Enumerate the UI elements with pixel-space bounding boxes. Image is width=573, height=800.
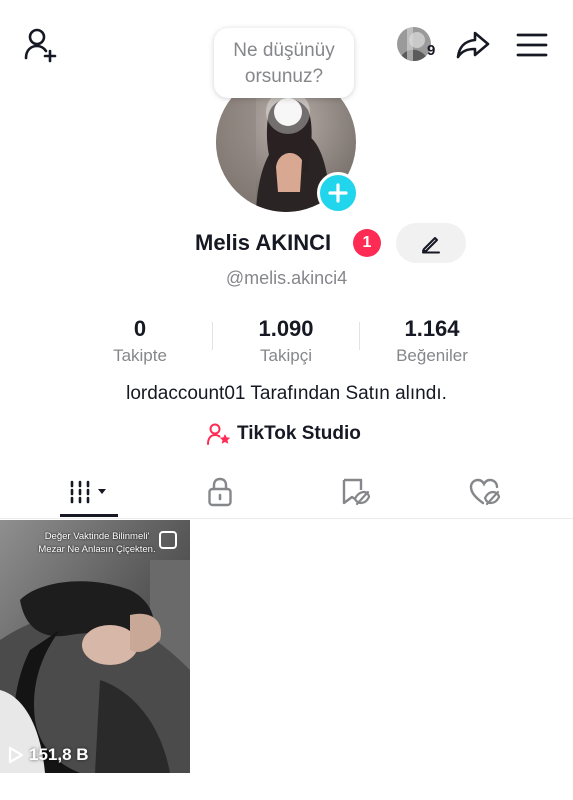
- tiktok-studio-link[interactable]: TikTok Studio: [206, 421, 361, 447]
- tab-private[interactable]: [148, 466, 291, 518]
- stat-followers[interactable]: 1.090 Takipçi: [216, 316, 356, 366]
- edit-profile-button[interactable]: [396, 223, 466, 263]
- view-count-text: 151,8 B: [29, 745, 89, 764]
- pencil-icon: [422, 237, 440, 254]
- stat-divider: [359, 322, 360, 350]
- tiktok-studio-label: TikTok Studio: [237, 423, 361, 444]
- menu-button[interactable]: [510, 26, 554, 64]
- add-friend-button[interactable]: [18, 24, 62, 64]
- plus-icon: [328, 183, 348, 203]
- lock-icon: [207, 477, 232, 507]
- tab-liked[interactable]: [413, 466, 556, 518]
- friends-avatar-button[interactable]: 9: [397, 27, 441, 63]
- stat-value: 0: [133, 316, 147, 341]
- stat-following[interactable]: 0 Takipte: [70, 316, 210, 366]
- stat-value: 1.090: [258, 316, 314, 341]
- note-text-line1: Ne düşünüy: [233, 40, 335, 61]
- liked-heart-icon: [469, 478, 500, 506]
- video-caption-line1: Değer Vaktinde Bilinmeli': [44, 531, 150, 542]
- video-caption-line2: Mezar Ne Anlasın Çiçekten.: [38, 544, 156, 555]
- friend-avatar: [397, 27, 431, 61]
- person-plus-icon: [24, 28, 57, 63]
- video-image: [0, 520, 190, 773]
- friends-count: 9: [427, 42, 436, 59]
- person-star-icon: [207, 423, 231, 445]
- stat-likes[interactable]: 1.164 Beğeniler: [362, 316, 502, 366]
- note-bubble[interactable]: Ne düşünüy orsunuz?: [214, 28, 354, 98]
- content-tabs: [0, 466, 573, 519]
- grid-icon: [70, 480, 106, 504]
- notification-badge[interactable]: 1: [353, 229, 381, 257]
- share-arrow-icon: [456, 31, 490, 59]
- tab-videos[interactable]: [18, 466, 161, 518]
- active-tab-indicator: [60, 514, 118, 517]
- stat-label: Beğeniler: [396, 346, 468, 365]
- hamburger-menu-icon: [516, 33, 548, 57]
- note-text-line2: orsunuz?: [244, 66, 324, 87]
- tab-tagged[interactable]: [283, 466, 426, 518]
- stat-label: Takipte: [113, 346, 167, 365]
- stat-divider: [212, 322, 213, 350]
- stat-label: Takipçi: [260, 346, 312, 365]
- username: @melis.akinci4: [225, 268, 348, 288]
- add-story-button[interactable]: [317, 172, 359, 214]
- video-caption: Değer Vaktinde Bilinmeli' Mezar Ne Anlas…: [22, 530, 172, 556]
- profile-name: Melis AKINCI: [195, 230, 332, 255]
- share-button[interactable]: [452, 26, 494, 64]
- video-view-count: 151,8 B: [8, 745, 89, 765]
- tagged-icon: [342, 478, 370, 506]
- video-thumbnail[interactable]: Değer Vaktinde Bilinmeli' Mezar Ne Anlas…: [0, 520, 190, 773]
- profile-bio: lordaccount01 Tarafından Satın alındı.: [126, 383, 447, 404]
- stat-value: 1.164: [404, 316, 460, 341]
- play-icon: [8, 746, 24, 764]
